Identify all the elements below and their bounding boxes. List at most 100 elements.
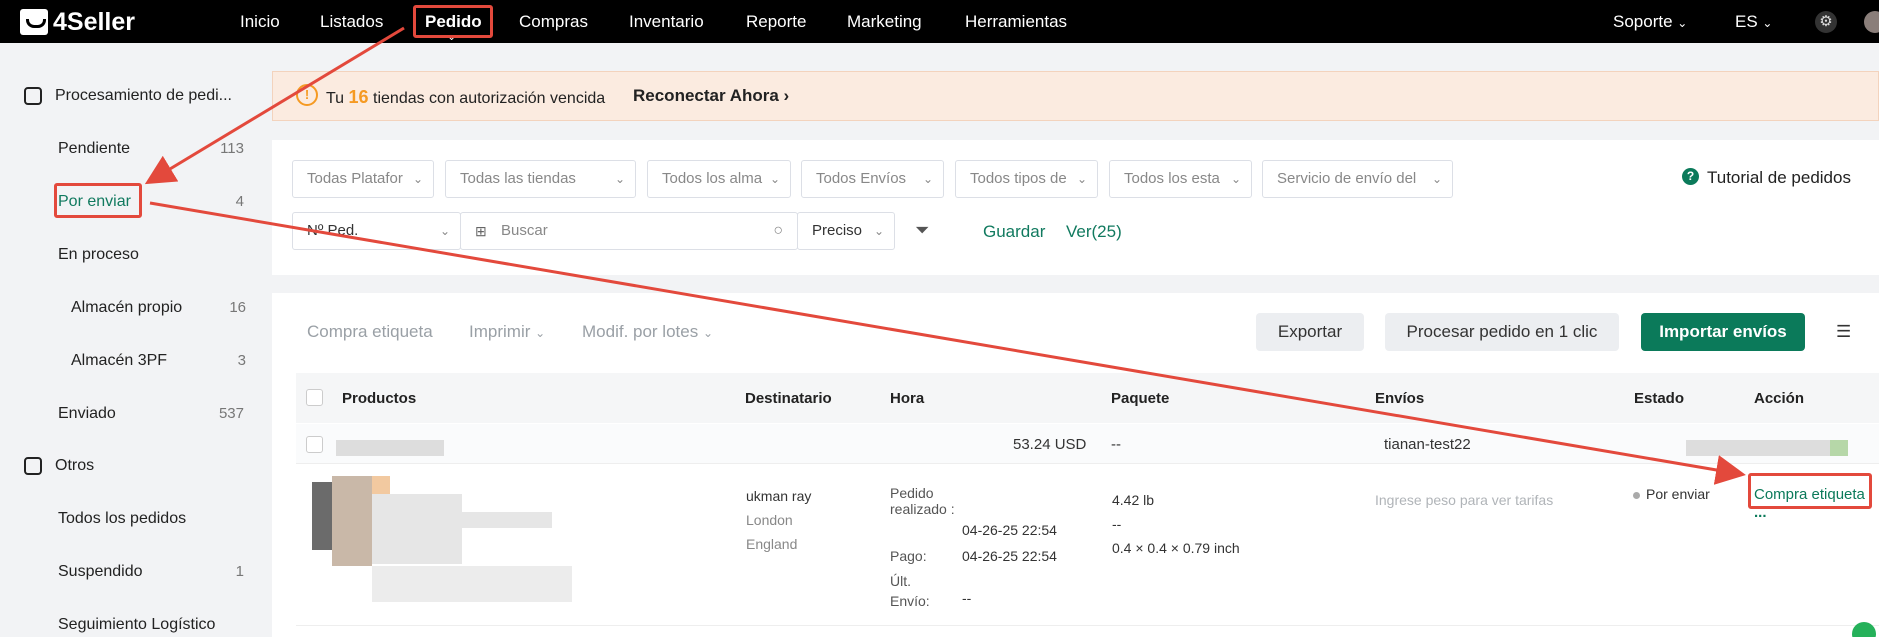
- filter-funnel-icon[interactable]: ⏷: [915, 220, 929, 241]
- sidebar-item-pending[interactable]: Pendiente: [58, 140, 130, 158]
- chevron-down-icon: ⌄: [769, 172, 780, 186]
- sidebar: [0, 43, 258, 637]
- sidebar-item-shipped[interactable]: Enviado: [58, 405, 116, 423]
- product-thumbnail: [312, 482, 332, 550]
- support-menu[interactable]: Soporte ⌄: [1613, 0, 1687, 43]
- paid-label: Pago:: [890, 548, 927, 564]
- tutorial-link[interactable]: Tutorial de pedidos: [1707, 168, 1851, 188]
- order-number-select[interactable]: Nº Ped. ⌄: [292, 212, 461, 250]
- nav-item-inventario[interactable]: Inventario: [629, 0, 704, 43]
- stores-filter[interactable]: Todas las tiendas ⌄: [445, 160, 636, 198]
- product-variant-blurred: [372, 566, 572, 602]
- nav-item-compras[interactable]: Compras: [519, 0, 588, 43]
- precision-select[interactable]: Preciso ⌄: [797, 212, 895, 250]
- header-package: Paquete: [1111, 390, 1170, 407]
- types-filter-label: Todos tipos de: [970, 170, 1067, 187]
- annotation-box-por-enviar: [54, 183, 142, 218]
- select-all-checkbox[interactable]: [306, 389, 323, 406]
- header-shipments: Envíos: [1375, 390, 1425, 407]
- clipboard-icon: [24, 87, 42, 105]
- order-id-blurred: [336, 440, 444, 456]
- package-weight-dash: --: [1112, 516, 1122, 532]
- shipments-filter-label: Todos Envíos: [816, 170, 907, 187]
- status-badge: Por enviar: [1646, 486, 1710, 502]
- order-checkbox[interactable]: [306, 436, 323, 453]
- platform-filter[interactable]: Todas Platafor ⌄: [292, 160, 434, 198]
- service-filter[interactable]: Servicio de envío del ⌄: [1262, 160, 1453, 198]
- print-menu[interactable]: Imprimir ⌄: [469, 322, 545, 342]
- header-action: Acción: [1754, 390, 1805, 407]
- chevron-down-icon: ⌄: [1230, 172, 1241, 186]
- grid-icon: ⊞: [475, 223, 487, 239]
- status-dot: [1633, 492, 1640, 499]
- warehouse-filter[interactable]: Todos los alma ⌄: [647, 160, 791, 198]
- header-state: Estado: [1634, 390, 1685, 407]
- gear-icon[interactable]: ⚙: [1815, 11, 1837, 33]
- sidebar-item-suspended[interactable]: Suspendido: [58, 563, 143, 581]
- save-filter-button[interactable]: Guardar: [983, 222, 1045, 242]
- chevron-down-icon: ⌄: [535, 326, 546, 340]
- logo-icon: [20, 9, 48, 35]
- paid-value: 04-26-25 22:54: [962, 548, 1057, 564]
- batch-modify-menu[interactable]: Modif. por lotes ⌄: [582, 322, 713, 342]
- annotation-box-compra-etiqueta: [1748, 473, 1872, 509]
- sidebar-count-3pf-warehouse: 3: [237, 352, 246, 369]
- recipient-country: England: [746, 536, 798, 552]
- order-package-dash: --: [1111, 436, 1121, 453]
- nav-item-herramientas[interactable]: Herramientas: [965, 0, 1067, 43]
- language-menu[interactable]: ES ⌄: [1735, 0, 1772, 43]
- sidebar-item-own-warehouse[interactable]: Almacén propio: [71, 299, 182, 317]
- nav-item-marketing[interactable]: Marketing: [847, 0, 922, 43]
- chevron-down-icon: ⌄: [1431, 172, 1442, 186]
- shipments-filter[interactable]: Todos Envíos ⌄: [801, 160, 944, 198]
- app-logo[interactable]: 4Seller: [20, 8, 135, 36]
- search-placeholder: Buscar: [501, 222, 548, 239]
- chevron-down-icon: ⌄: [702, 326, 714, 340]
- alert-count: 16: [348, 87, 369, 107]
- search-icon: ○: [773, 222, 783, 239]
- recipient-name: ukman ray: [746, 488, 812, 504]
- sidebar-item-3pf-warehouse[interactable]: Almacén 3PF: [71, 352, 167, 370]
- sidebar-group-others[interactable]: Otros: [55, 457, 94, 475]
- rate-hint: Ingrese peso para ver tarifas: [1375, 492, 1554, 508]
- states-filter[interactable]: Todos los esta ⌄: [1109, 160, 1252, 198]
- nav-item-reporte[interactable]: Reporte: [746, 0, 806, 43]
- buy-label-bulk-button[interactable]: Compra etiqueta: [307, 322, 433, 342]
- import-shipments-button[interactable]: Importar envíos: [1641, 313, 1805, 351]
- sidebar-item-all-orders[interactable]: Todos los pedidos: [58, 510, 186, 528]
- sidebar-item-in-process[interactable]: En proceso: [58, 246, 139, 264]
- precision-label: Preciso: [812, 222, 863, 239]
- support-label: Soporte: [1613, 12, 1673, 31]
- product-image-blurred-accent: [372, 476, 390, 494]
- app-name: 4Seller: [53, 7, 136, 36]
- order-summary-row: [296, 424, 1879, 464]
- export-button[interactable]: Exportar: [1256, 313, 1364, 351]
- placed-value: 04-26-25 22:54: [962, 522, 1057, 538]
- order-store: tianan-test22: [1384, 436, 1471, 453]
- package-dimensions: 0.4 × 0.4 × 0.79 inch: [1112, 540, 1240, 556]
- print-label: Imprimir: [469, 322, 531, 341]
- types-filter[interactable]: Todos tipos de ⌄: [955, 160, 1098, 198]
- reconnect-link[interactable]: Reconectar Ahora ›: [633, 86, 789, 106]
- chevron-right-icon: ›: [783, 86, 790, 105]
- chevron-down-icon: ⌄: [439, 224, 450, 238]
- chevron-down-icon: ⌄: [1076, 172, 1087, 186]
- column-settings-icon[interactable]: ☰: [1836, 322, 1851, 342]
- sidebar-item-tracking[interactable]: Seguimiento Logístico: [58, 616, 215, 634]
- process-one-click-button[interactable]: Procesar pedido en 1 clic: [1385, 313, 1619, 351]
- row-divider: [296, 625, 1879, 626]
- sidebar-count-suspended: 1: [235, 563, 244, 580]
- avatar[interactable]: [1864, 11, 1879, 33]
- header-recipient: Destinatario: [745, 390, 832, 407]
- sidebar-group-processing[interactable]: Procesamiento de pedi...: [55, 87, 232, 105]
- search-input[interactable]: ⊞ Buscar ○: [460, 212, 798, 250]
- sidebar-count-own-warehouse: 16: [229, 299, 246, 316]
- nav-item-listados[interactable]: Listados: [320, 0, 383, 43]
- sidebar-count-shipped: 537: [218, 405, 244, 422]
- states-filter-label: Todos los esta: [1124, 170, 1220, 187]
- alert-prefix: Tu: [326, 90, 345, 107]
- clipboard-icon: [24, 457, 42, 475]
- platform-filter-label: Todas Platafor: [307, 170, 403, 187]
- nav-item-inicio[interactable]: Inicio: [240, 0, 280, 43]
- view-saved-button[interactable]: Ver(25): [1066, 222, 1122, 242]
